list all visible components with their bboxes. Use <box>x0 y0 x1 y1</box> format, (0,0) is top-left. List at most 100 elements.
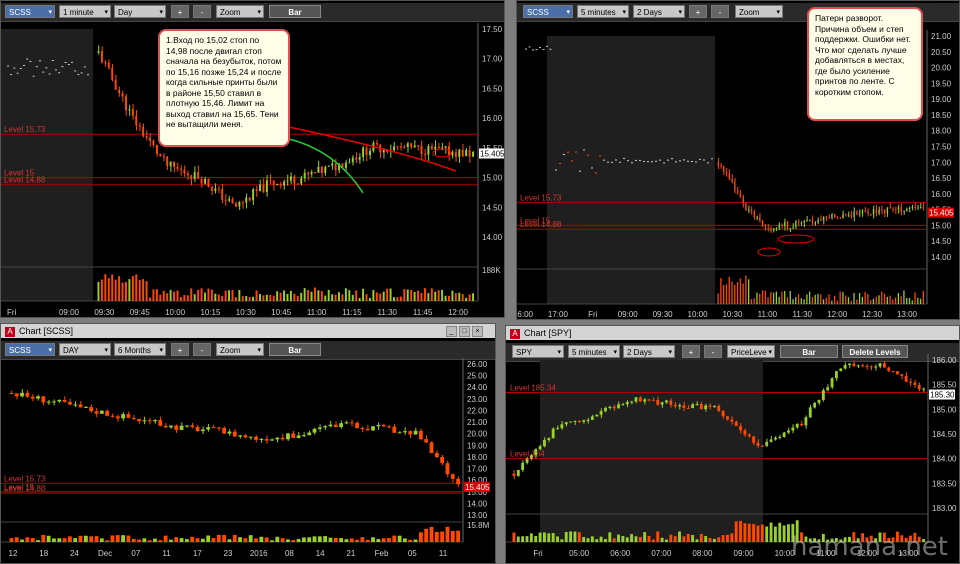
volume-bar <box>259 536 264 542</box>
price-chart[interactable]: 26.00 25.00 24.00 23.00 22.00 21.00 20.00 19.00… <box>1 324 496 564</box>
x-tick-label: 10:30 <box>236 308 257 317</box>
candle-body <box>691 404 695 408</box>
candle-body <box>516 469 520 476</box>
candle-body <box>804 417 808 426</box>
candle-body <box>731 178 733 182</box>
volume-bar <box>153 538 157 542</box>
candle-body <box>809 219 811 221</box>
candle-body <box>797 221 800 223</box>
candle-body <box>843 365 847 369</box>
chart-pane-spy-5min: A Chart [SPY] SPY ▾ 5 minutes ▾ 2 Days ▾ + -… <box>505 325 960 564</box>
volume-bar <box>858 292 861 304</box>
volume-bar <box>429 526 434 542</box>
volume-bar <box>317 536 322 542</box>
volume-bar <box>333 537 338 542</box>
price-chart[interactable]: 186.00 185.50 185.00 184.50 184.00 183.50 183.… <box>506 326 960 564</box>
y-tick-label: 16.50 <box>931 174 952 183</box>
candle-body <box>643 399 647 402</box>
candle-body <box>773 437 777 440</box>
volume-bar <box>107 278 110 301</box>
candle-body <box>858 213 861 215</box>
volume-bar <box>142 279 145 301</box>
candle-body <box>814 222 816 224</box>
candle-body <box>159 153 162 157</box>
candle-body <box>856 211 858 214</box>
volume-bar <box>764 290 766 304</box>
volume-bar <box>712 538 716 542</box>
volume-bar <box>726 534 729 542</box>
volume-bar <box>399 296 402 301</box>
volume-bar <box>881 291 883 304</box>
candle-body <box>759 217 761 221</box>
candle-body <box>241 202 244 204</box>
candle-body <box>875 209 877 213</box>
candle-body <box>211 427 216 429</box>
candle-body <box>867 211 869 214</box>
candle-body <box>861 210 863 214</box>
candle-body <box>887 367 891 371</box>
candle-body <box>252 189 255 201</box>
volume-bar <box>789 290 791 304</box>
volume-bar <box>669 534 673 542</box>
candle-body <box>52 401 56 403</box>
volume-bar <box>750 299 753 304</box>
volume-bar <box>739 520 742 542</box>
candle-body <box>886 207 888 214</box>
volume-bar <box>245 295 248 301</box>
candle-body <box>423 154 426 156</box>
x-tick-label: 09:30 <box>94 308 115 317</box>
candle-body <box>853 211 855 217</box>
x-tick-label: Feb <box>375 549 389 558</box>
y-tick-label: 19.00 <box>931 95 952 104</box>
volume-bar <box>228 290 231 301</box>
volume-bar <box>296 295 299 301</box>
candle-body <box>736 190 739 194</box>
y-tick-label: 16.00 <box>482 114 503 123</box>
candle-body <box>259 184 261 192</box>
volume-bar <box>36 540 40 542</box>
candle-body <box>647 399 651 401</box>
candle-body <box>317 427 322 429</box>
volume-bar <box>673 536 677 542</box>
candle-body <box>190 425 195 427</box>
candle-body <box>99 410 104 414</box>
candle-body <box>752 436 756 443</box>
candle-body <box>538 446 542 450</box>
candle-body <box>344 162 347 168</box>
candle-body <box>41 396 46 403</box>
volume-bar <box>892 299 894 304</box>
volume-bar <box>307 289 310 301</box>
volume-bar <box>828 294 830 304</box>
candle-body <box>20 392 24 397</box>
candle-body <box>301 435 306 437</box>
volume-bar <box>792 299 794 304</box>
x-tick-label: 11 <box>162 549 171 558</box>
candle-body <box>365 147 368 156</box>
volume-bar <box>269 294 272 301</box>
volume-bar <box>814 294 816 304</box>
volume-bar <box>752 524 756 542</box>
volume-bar <box>94 536 99 542</box>
x-tick-label: 23 <box>224 549 233 558</box>
x-tick-label: 08 <box>285 549 294 558</box>
volume-bar <box>186 295 189 301</box>
candle-body <box>355 157 358 160</box>
volume-bar <box>736 282 739 304</box>
volume-bar <box>784 290 786 304</box>
volume-bar <box>867 294 869 304</box>
candle-body <box>434 453 439 458</box>
candle-body <box>142 420 147 422</box>
candle-body <box>465 150 468 157</box>
candle-body <box>743 430 747 435</box>
volume-bar <box>217 294 220 301</box>
candle-body <box>556 428 559 430</box>
candle-body <box>472 151 474 157</box>
candle-body <box>224 199 227 201</box>
candle-body <box>881 209 883 211</box>
candle-body <box>67 401 72 405</box>
y-tick-label: 20.00 <box>467 430 488 439</box>
candle-body <box>114 79 117 90</box>
candle-body <box>551 428 555 439</box>
candle-body <box>216 427 221 429</box>
candle-body <box>397 432 402 434</box>
